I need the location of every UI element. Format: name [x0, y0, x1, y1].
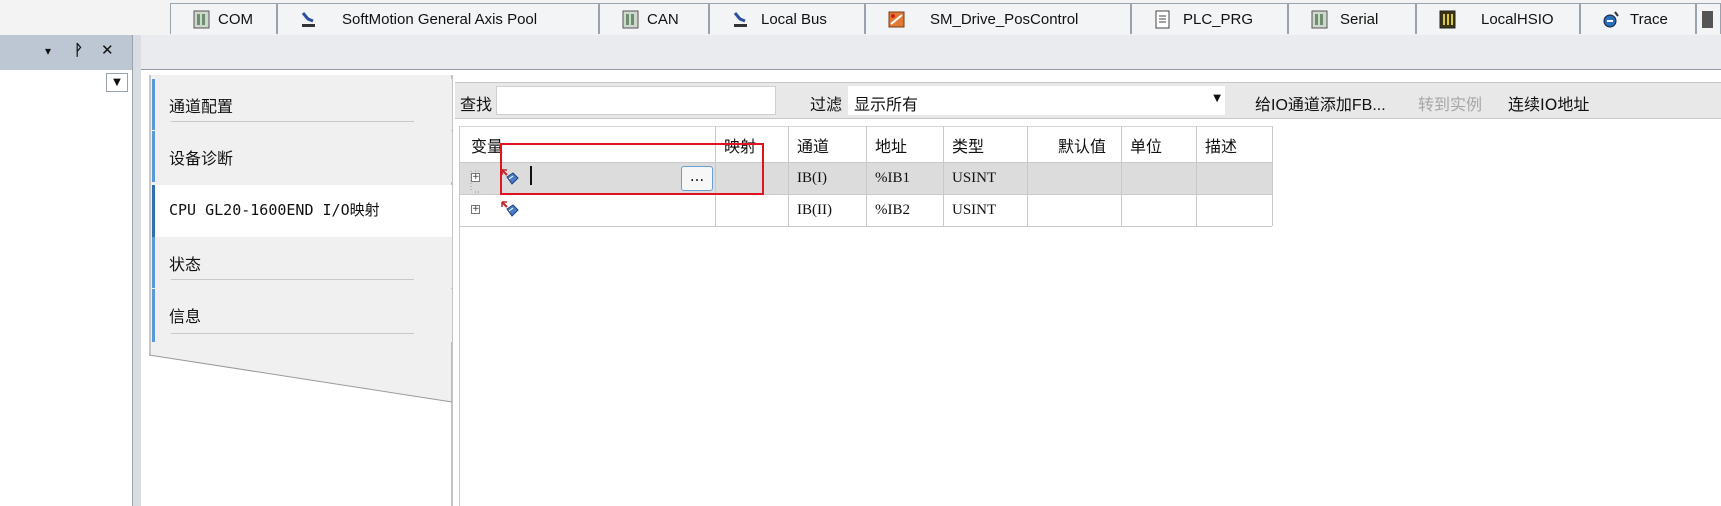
- tab-label: COM: [218, 10, 253, 28]
- cell-address: %IB2: [875, 202, 910, 218]
- tab-serial[interactable]: Serial: [1288, 3, 1416, 34]
- tab-overflow[interactable]: [1696, 3, 1721, 34]
- cell-channel: IB(I): [797, 170, 827, 186]
- tab-label: SM_Drive_PosControl: [930, 10, 1079, 28]
- nav-item-label: 通道配置: [169, 97, 234, 116]
- filter-label: 过滤: [810, 95, 843, 114]
- filter-select[interactable]: 显示所有 ▼: [848, 86, 1225, 115]
- column-header-description[interactable]: 描述: [1205, 133, 1237, 157]
- grid-line: [1272, 126, 1273, 226]
- expand-icon[interactable]: +: [471, 173, 480, 182]
- nav-item-channel-config[interactable]: 通道配置: [152, 79, 452, 130]
- io-mapping-toolbar: 查找 过滤 显示所有 ▼ 给IO通道添加FB... 转到实例 连续IO地址: [455, 82, 1721, 119]
- column-header-default[interactable]: 默认值: [1058, 133, 1106, 157]
- panel-menu-chevron-icon[interactable]: ▾: [45, 44, 51, 58]
- column-header-type[interactable]: 类型: [952, 133, 984, 157]
- nav-item-status[interactable]: 状态: [152, 237, 452, 288]
- left-panel-body: [0, 70, 132, 506]
- goto-instance-button[interactable]: 转到实例: [1418, 91, 1482, 115]
- tab-label: CAN: [647, 10, 679, 28]
- chevron-down-icon: ▼: [1213, 93, 1221, 104]
- axis-icon: [301, 11, 315, 27]
- column-header-variable[interactable]: 变量: [471, 133, 503, 157]
- grid-line: [788, 126, 789, 226]
- highlight-annotation-box: [500, 143, 764, 195]
- tab-label: Trace: [1630, 10, 1668, 28]
- device-icon: [622, 10, 639, 28]
- pin-icon[interactable]: ᚹ: [74, 41, 83, 59]
- grid-line: [459, 126, 460, 506]
- continuous-io-button[interactable]: 连续IO地址: [1508, 91, 1589, 115]
- left-panel-header: ▾ ᚹ ✕: [0, 35, 132, 70]
- tab-softmotion-axis-pool[interactable]: SoftMotion General Axis Pool: [277, 3, 599, 34]
- filter-value: 显示所有: [854, 95, 919, 114]
- editor-tab-strip: [141, 35, 1721, 70]
- hsio-icon: [1439, 10, 1456, 28]
- expand-icon[interactable]: +: [471, 205, 480, 214]
- nav-item-label: 设备诊断: [169, 149, 234, 168]
- tab-localhsio[interactable]: LocalHSIO: [1416, 3, 1580, 34]
- device-icon: [1702, 10, 1713, 28]
- program-icon: [1155, 10, 1170, 28]
- tab-can[interactable]: CAN: [599, 3, 709, 34]
- grid-line: [943, 126, 944, 226]
- grid-line: [1121, 126, 1122, 226]
- cell-address: %IB1: [875, 170, 910, 186]
- cell-type: USINT: [952, 202, 997, 218]
- tab-trace[interactable]: Trace: [1580, 3, 1696, 34]
- input-channel-icon: [501, 201, 519, 217]
- grid-line: [459, 226, 1272, 227]
- column-header-address[interactable]: 地址: [875, 133, 907, 157]
- drive-icon: [888, 11, 905, 27]
- grid-line: [866, 126, 867, 226]
- column-header-unit[interactable]: 单位: [1130, 133, 1162, 157]
- tab-label: SoftMotion General Axis Pool: [342, 10, 538, 28]
- column-header-channel[interactable]: 通道: [797, 133, 829, 157]
- device-icon: [1311, 10, 1328, 28]
- tab-label: PLC_PRG: [1183, 10, 1254, 28]
- nav-item-device-diagnosis[interactable]: 设备诊断: [152, 131, 452, 182]
- axis-icon: [733, 11, 747, 27]
- trace-icon: [1603, 10, 1619, 27]
- nav-item-label: 状态: [169, 255, 202, 274]
- tab-label: Local Bus: [761, 10, 827, 28]
- tab-label: Serial: [1340, 10, 1379, 28]
- find-label: 查找: [460, 95, 493, 114]
- tab-local-bus[interactable]: Local Bus: [709, 3, 865, 34]
- add-fb-button[interactable]: 给IO通道添加FB...: [1255, 91, 1386, 115]
- tab-com[interactable]: COM: [170, 3, 277, 34]
- left-panel-dropdown-button[interactable]: ▼: [106, 73, 128, 92]
- nav-item-label: CPU GL20-1600END I/O映射: [169, 201, 380, 219]
- close-icon[interactable]: ✕: [101, 41, 114, 59]
- cell-type: USINT: [952, 170, 997, 186]
- nav-item-io-mapping[interactable]: CPU GL20-1600END I/O映射: [152, 185, 452, 237]
- tab-plc-prg[interactable]: PLC_PRG: [1131, 3, 1288, 34]
- find-input[interactable]: [496, 86, 776, 115]
- cell-channel: IB(II): [797, 202, 832, 218]
- nav-item-label: 信息: [169, 307, 202, 326]
- tab-sm-drive-poscontrol[interactable]: SM_Drive_PosControl: [865, 3, 1131, 34]
- grid-line: [1196, 126, 1197, 226]
- device-icon: [193, 10, 210, 28]
- grid-line: [1027, 126, 1028, 226]
- tab-label: LocalHSIO: [1481, 10, 1554, 28]
- panel-splitter[interactable]: [132, 35, 141, 506]
- nav-item-info[interactable]: 信息: [152, 289, 452, 342]
